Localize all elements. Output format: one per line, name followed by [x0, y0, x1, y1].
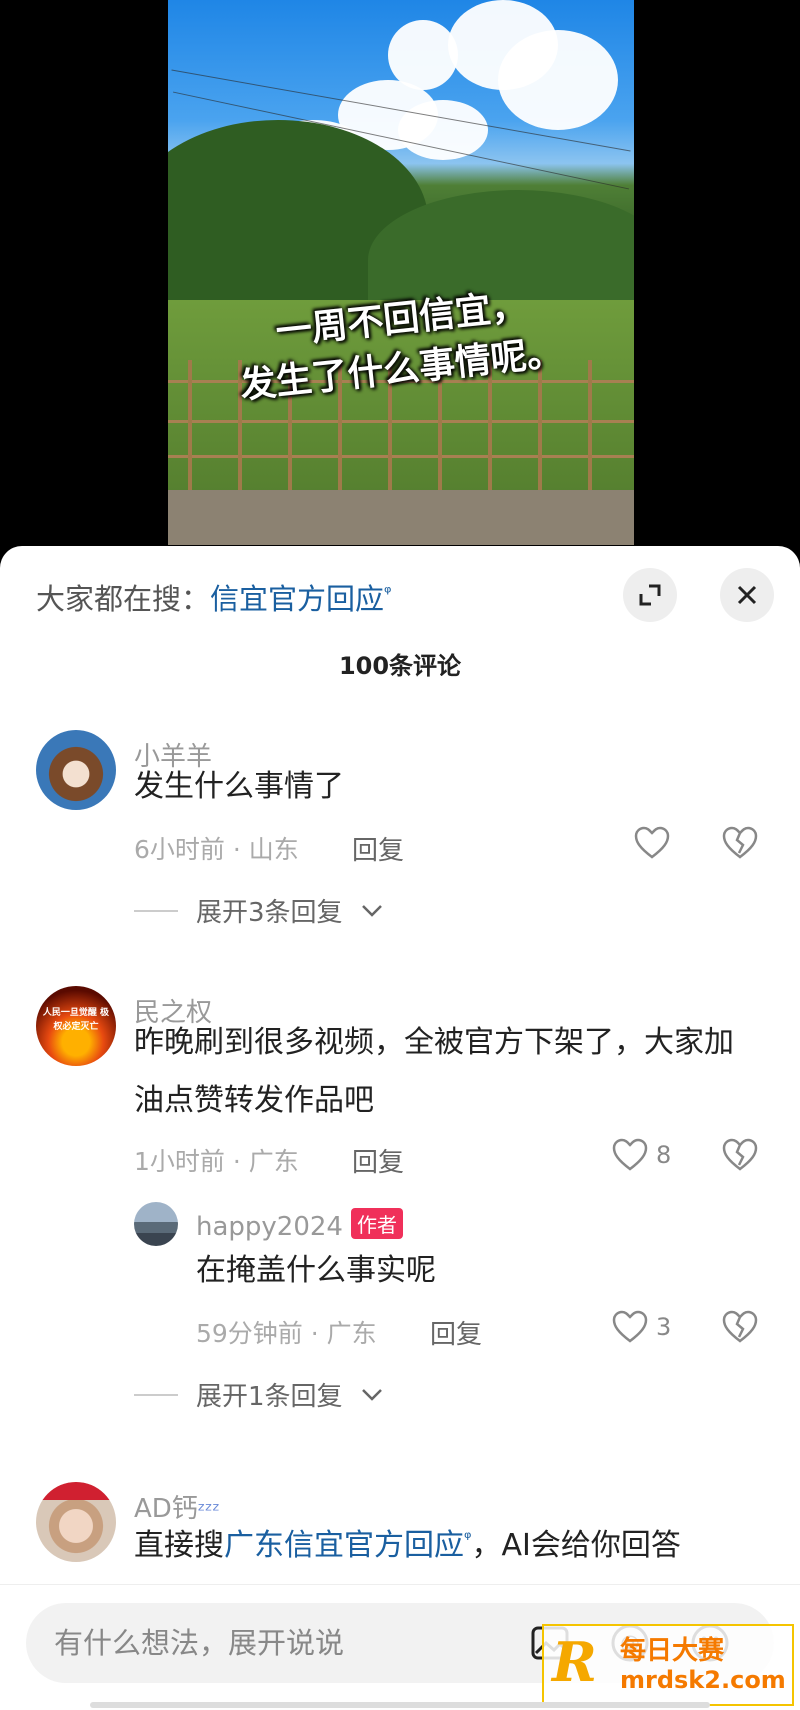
chevron-down-icon — [361, 904, 382, 917]
comment-sheet: 大家都在搜：信宜官方回应ᵠ 100条评论 小羊羊 发生什么事情了 6小时前 · … — [0, 546, 800, 1710]
reply-button[interactable]: 回复 — [430, 1314, 482, 1351]
comment-text: 直接搜广东信宜官方回应ᵠ，AI会给你回答 — [134, 1510, 681, 1575]
search-suggestion-prefix: 大家都在搜： — [36, 582, 211, 616]
watermark-letter: R — [552, 1630, 597, 1694]
comment-input[interactable] — [54, 1621, 514, 1665]
expand-replies-label: 展开3条回复 — [196, 898, 343, 928]
like-button[interactable] — [634, 826, 678, 860]
search-link[interactable]: 广东信宜官方回应ᵠ — [224, 1528, 471, 1563]
expand-replies-button[interactable]: 展开3条回复 — [134, 892, 383, 929]
divider-line — [134, 909, 178, 912]
dislike-button[interactable] — [722, 1310, 758, 1348]
expand-icon — [639, 584, 661, 606]
heart-icon — [634, 826, 670, 859]
expand-replies-button[interactable]: 展开1条回复 — [134, 1376, 383, 1413]
comment-text: 昨晚刷到很多视频，全被官方下架了，大家加油点赞转发作品吧 — [134, 1025, 734, 1118]
comment-text-prefix: 直接搜 — [134, 1528, 224, 1563]
broken-heart-icon — [722, 826, 758, 859]
video-player[interactable]: 一周不回信宜， 发生了什么事情呢。 — [0, 0, 800, 560]
like-count: 8 — [656, 1141, 672, 1169]
watermark-logo: R 每日大赛 mrdsk2.com — [542, 1624, 794, 1706]
avatar[interactable] — [134, 1202, 178, 1246]
author-badge: 作者 — [350, 1208, 403, 1239]
reply-meta: 59分钟前 · 广东 — [196, 1319, 377, 1348]
santa-hat-shape — [42, 1482, 110, 1500]
reply-username[interactable]: happy2024 作者 — [196, 1208, 403, 1242]
heart-icon — [612, 1310, 648, 1343]
search-keyword-text: 信宜官方回应 — [210, 582, 385, 616]
avatar[interactable] — [36, 730, 116, 810]
expand-replies-label: 展开1条回复 — [196, 1382, 343, 1412]
video-frame[interactable]: 一周不回信宜， 发生了什么事情呢。 — [168, 0, 634, 545]
search-link-text: 广东信宜官方回应 — [224, 1528, 464, 1563]
cloud-shape — [498, 30, 618, 130]
comment-meta: 6小时前 · 山东 — [134, 835, 299, 864]
close-button[interactable] — [720, 568, 774, 622]
divider-line — [134, 1393, 178, 1396]
search-suggestion[interactable]: 大家都在搜：信宜官方回应ᵠ — [36, 576, 392, 618]
broken-heart-icon — [722, 1310, 758, 1343]
broken-heart-icon — [722, 1138, 758, 1171]
like-button[interactable]: 3 — [612, 1310, 671, 1344]
avatar[interactable]: 人民一旦觉醒 极权必定灭亡 — [36, 986, 116, 1066]
watermark-line1: 每日大赛 — [620, 1636, 725, 1666]
dislike-button[interactable] — [722, 1138, 758, 1176]
expand-sheet-button[interactable] — [623, 568, 677, 622]
ground-shape — [168, 490, 634, 545]
chevron-down-icon — [361, 1388, 382, 1401]
fence-post — [538, 360, 542, 490]
reply-button[interactable]: 回复 — [352, 830, 404, 867]
avatar[interactable] — [36, 1482, 116, 1562]
reply-username-text: happy2024 — [196, 1212, 343, 1242]
search-icon: ᵠ — [384, 582, 392, 604]
fence-post — [588, 360, 592, 490]
close-icon — [737, 585, 757, 605]
comment-text: 发生什么事情了 — [134, 769, 344, 804]
comment-count-title: 100条评论 — [338, 652, 462, 680]
avatar-text: 人民一旦觉醒 极权必定灭亡 — [42, 1008, 110, 1032]
like-button[interactable]: 8 — [612, 1138, 671, 1172]
heart-icon — [612, 1138, 648, 1171]
home-indicator — [90, 1702, 710, 1708]
reply-button[interactable]: 回复 — [352, 1142, 404, 1179]
like-count: 3 — [656, 1313, 672, 1341]
cloud-shape — [388, 20, 458, 90]
comment-meta: 1小时前 · 广东 — [134, 1147, 299, 1176]
cloud-shape — [398, 100, 488, 160]
comment-text-suffix: ，AI会给你回答 — [471, 1528, 681, 1563]
watermark-line2: mrdsk2.com — [620, 1666, 786, 1694]
search-suggestion-keyword[interactable]: 信宜官方回应ᵠ — [210, 582, 392, 616]
dislike-button[interactable] — [722, 826, 758, 864]
reply-text: 在掩盖什么事实呢 — [196, 1253, 436, 1288]
